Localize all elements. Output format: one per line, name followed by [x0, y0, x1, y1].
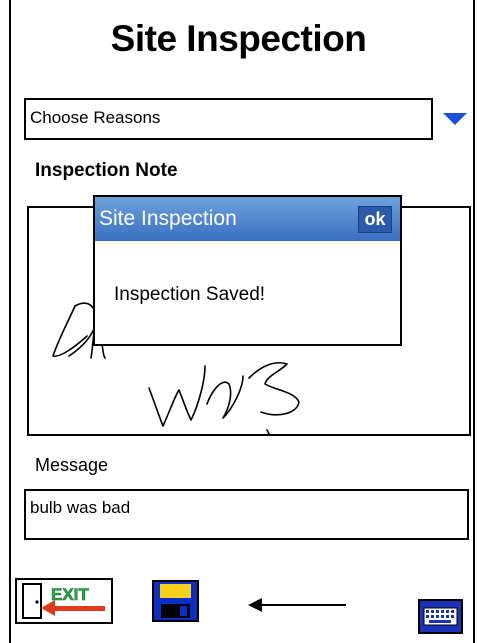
- chevron-down-icon[interactable]: [443, 113, 467, 125]
- inspection-note-label: Inspection Note: [35, 160, 178, 181]
- exit-door-icon: EXIT: [15, 578, 113, 624]
- save-confirmation-dialog: Site Inspection ok Inspection Saved!: [93, 195, 402, 346]
- exit-button[interactable]: EXIT: [15, 578, 113, 624]
- left-arrow-icon: [248, 595, 348, 615]
- dialog-message: Inspection Saved!: [114, 284, 266, 305]
- floppy-disk-icon: [152, 580, 199, 622]
- save-button[interactable]: [152, 580, 199, 622]
- dialog-ok-button[interactable]: ok: [358, 206, 392, 233]
- dialog-title: Site Inspection: [95, 197, 400, 241]
- reasons-dropdown[interactable]: Choose Reasons: [24, 98, 433, 140]
- message-label: Message: [35, 455, 109, 475]
- exit-label: EXIT: [51, 585, 89, 604]
- message-input[interactable]: bulb was bad: [24, 489, 469, 540]
- keyboard-icon: [418, 599, 463, 634]
- keyboard-button[interactable]: [418, 599, 463, 634]
- page-title: Site Inspection: [110, 18, 367, 59]
